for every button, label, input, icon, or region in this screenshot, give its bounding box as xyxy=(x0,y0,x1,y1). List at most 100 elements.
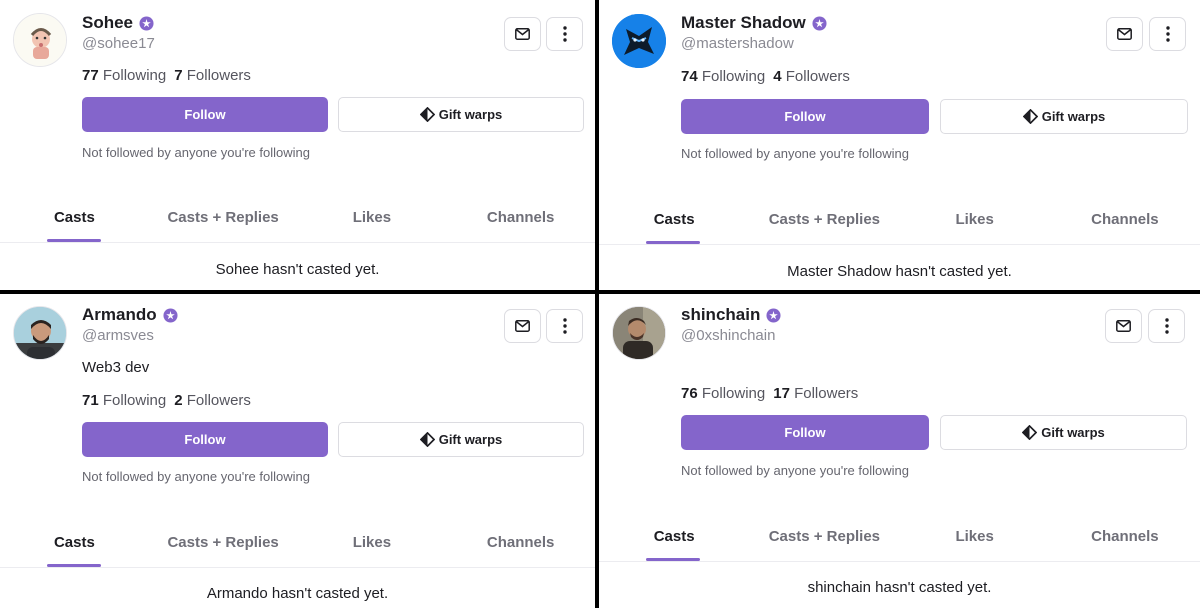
tab-casts[interactable]: Casts xyxy=(0,209,149,226)
avatar-image xyxy=(613,307,665,359)
warp-diamond-icon xyxy=(419,107,435,122)
following-label: Following xyxy=(701,68,766,85)
tab-channels[interactable]: Channels xyxy=(446,534,595,551)
tab-likes[interactable]: Likes xyxy=(900,211,1050,228)
avatar-image xyxy=(612,14,666,68)
message-button[interactable] xyxy=(1106,17,1143,51)
tab-likes[interactable]: Likes xyxy=(900,528,1050,545)
following-label: Following xyxy=(701,385,766,402)
message-button[interactable] xyxy=(504,309,541,343)
tab-channels[interactable]: Channels xyxy=(446,209,595,226)
profile-tabs: Casts Casts + Replies Likes Channels xyxy=(0,534,595,551)
profile-name: shinchain xyxy=(681,305,761,324)
followers-label: Followers xyxy=(186,67,251,84)
tab-divider xyxy=(0,242,595,243)
avatar[interactable] xyxy=(13,13,67,67)
gift-warps-button[interactable]: Gift warps xyxy=(338,422,584,457)
following-label: Following xyxy=(102,67,167,84)
empty-feed-message: Master Shadow hasn't casted yet. xyxy=(787,263,1012,280)
tab-casts-replies[interactable]: Casts + Replies xyxy=(149,209,298,226)
following-count: 76 xyxy=(681,385,698,402)
follow-stats: 74 Following 4 Followers xyxy=(681,68,852,85)
more-options-button[interactable] xyxy=(1149,17,1186,51)
more-vertical-icon xyxy=(1164,318,1169,334)
following-link[interactable]: 77 Following xyxy=(82,67,166,84)
gift-warps-label: Gift warps xyxy=(438,432,503,447)
profile-bio: Web3 dev xyxy=(82,359,150,376)
avatar[interactable] xyxy=(612,14,666,68)
empty-feed-message: Armando hasn't casted yet. xyxy=(206,585,389,602)
avatar-image xyxy=(14,307,66,359)
profile-panel-armando: Armando @armsves Web3 dev 71 Following 2… xyxy=(0,294,595,608)
gift-warps-label: Gift warps xyxy=(438,107,503,122)
followers-link[interactable]: 2 Followers xyxy=(174,392,251,409)
tab-casts-replies[interactable]: Casts + Replies xyxy=(149,534,298,551)
tab-channels[interactable]: Channels xyxy=(1050,528,1200,545)
tab-casts[interactable]: Casts xyxy=(0,534,149,551)
follow-stats: 76 Following 17 Followers xyxy=(681,385,860,402)
gift-warps-button[interactable]: Gift warps xyxy=(940,415,1187,450)
warp-diamond-icon xyxy=(1022,425,1038,440)
followers-count: 2 xyxy=(174,392,183,409)
followers-link[interactable]: 4 Followers xyxy=(773,68,850,85)
followers-label: Followers xyxy=(794,385,859,402)
tab-casts[interactable]: Casts xyxy=(599,211,749,228)
more-options-button[interactable] xyxy=(546,309,583,343)
follow-button[interactable]: Follow xyxy=(681,99,929,134)
follow-stats: 77 Following 7 Followers xyxy=(82,67,253,84)
warp-diamond-icon xyxy=(419,432,435,447)
followers-link[interactable]: 17 Followers xyxy=(773,385,858,402)
more-options-button[interactable] xyxy=(1148,309,1185,343)
follow-button[interactable]: Follow xyxy=(82,97,328,132)
following-link[interactable]: 71 Following xyxy=(82,392,166,409)
avatar[interactable] xyxy=(13,306,67,360)
tab-casts[interactable]: Casts xyxy=(599,528,749,545)
following-label: Following xyxy=(102,392,167,409)
mail-icon xyxy=(515,28,530,40)
more-vertical-icon xyxy=(562,318,567,334)
following-count: 71 xyxy=(82,392,99,409)
avatar[interactable] xyxy=(612,306,666,360)
message-button[interactable] xyxy=(504,17,541,51)
more-vertical-icon xyxy=(562,26,567,42)
follow-button[interactable]: Follow xyxy=(82,422,328,457)
followers-label: Followers xyxy=(785,68,850,85)
empty-feed-message: shinchain hasn't casted yet. xyxy=(807,579,992,596)
tab-casts-replies[interactable]: Casts + Replies xyxy=(749,528,899,545)
mail-icon xyxy=(515,320,530,332)
following-count: 74 xyxy=(681,68,698,85)
followers-count: 4 xyxy=(773,68,782,85)
message-button[interactable] xyxy=(1105,309,1142,343)
tab-likes[interactable]: Likes xyxy=(298,209,447,226)
profile-handle: @0xshinchain xyxy=(681,327,776,344)
tab-divider xyxy=(599,561,1200,562)
profile-panel-mastershadow: Master Shadow @mastershadow 74 Following… xyxy=(599,0,1200,290)
tab-divider xyxy=(599,244,1200,245)
mutual-followers-note: Not followed by anyone you're following xyxy=(82,469,310,484)
gift-warps-label: Gift warps xyxy=(1041,109,1106,124)
tab-likes[interactable]: Likes xyxy=(298,534,447,551)
tab-casts-replies[interactable]: Casts + Replies xyxy=(749,211,899,228)
more-options-button[interactable] xyxy=(546,17,583,51)
tab-divider xyxy=(0,567,595,568)
tab-channels[interactable]: Channels xyxy=(1050,211,1200,228)
profile-panel-shinchain: shinchain @0xshinchain 76 Following 17 F… xyxy=(599,294,1200,608)
profile-name: Sohee xyxy=(82,13,134,32)
followers-label: Followers xyxy=(186,392,251,409)
mutual-followers-note: Not followed by anyone you're following xyxy=(82,145,310,160)
gift-warps-button[interactable]: Gift warps xyxy=(940,99,1188,134)
following-link[interactable]: 74 Following xyxy=(681,68,765,85)
avatar-image xyxy=(14,14,66,66)
profile-panel-sohee: Sohee @sohee17 77 Following 7 Followers … xyxy=(0,0,595,290)
profile-tabs: Casts Casts + Replies Likes Channels xyxy=(0,209,595,226)
followers-link[interactable]: 7 Followers xyxy=(174,67,251,84)
gift-warps-button[interactable]: Gift warps xyxy=(338,97,584,132)
profile-name: Armando xyxy=(82,305,157,324)
followers-count: 17 xyxy=(773,385,790,402)
profile-handle: @mastershadow xyxy=(681,35,794,52)
profile-name: Master Shadow xyxy=(681,13,806,32)
verified-badge-icon xyxy=(163,307,178,323)
following-link[interactable]: 76 Following xyxy=(681,385,765,402)
follow-button[interactable]: Follow xyxy=(681,415,929,450)
verified-badge-icon xyxy=(812,15,827,31)
